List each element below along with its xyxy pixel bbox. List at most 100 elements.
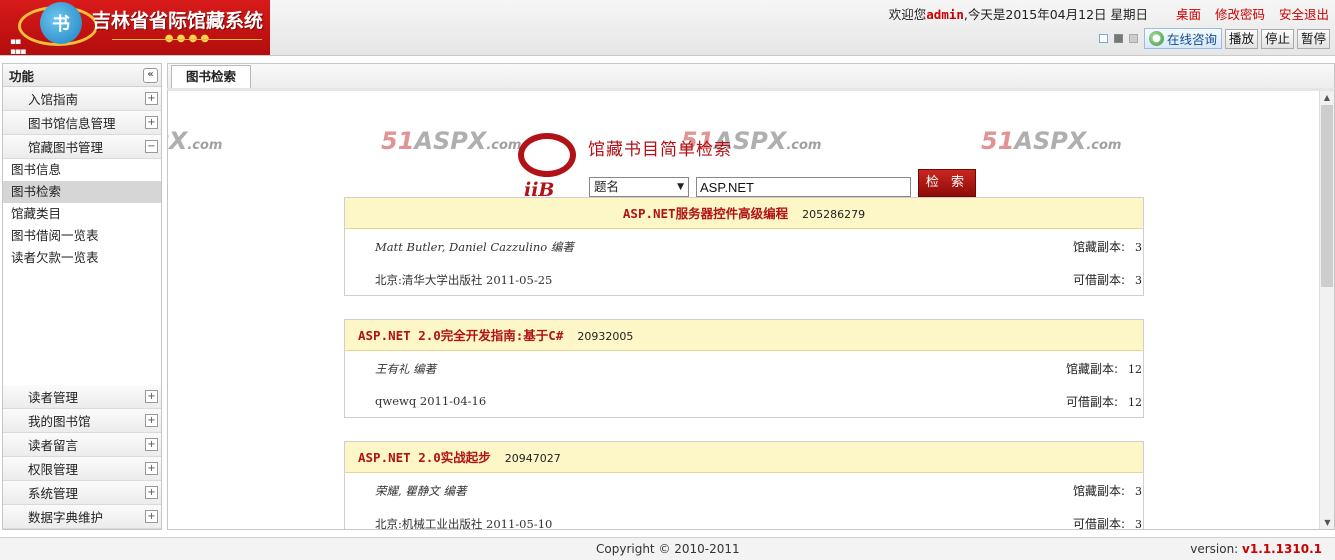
stop-button[interactable]: 停止	[1260, 28, 1294, 49]
holdings-count: 馆藏副本: 12	[1065, 362, 1142, 376]
sidebar-section-readers[interactable]: 读者管理 +	[3, 385, 161, 409]
watermark: 51ASPX.com	[981, 127, 1122, 155]
sidebar-section-permissions[interactable]: 权限管理 +	[3, 457, 161, 481]
book-id: 20947027	[504, 452, 561, 465]
theme-light-swatch[interactable]	[1098, 34, 1108, 43]
welcome-text: 欢迎您	[888, 7, 927, 22]
sidebar: 功能 « 入馆指南 + 图书馆信息管理 + 馆藏图书管理 − 图书信息 图书检索…	[2, 63, 162, 530]
expand-plus-icon[interactable]: +	[145, 462, 158, 475]
book-result-card: ASP.NET 2.0完全开发指南:基于C# 20932005 王有礼 编著 馆藏…	[344, 319, 1144, 418]
vertical-scrollbar[interactable]: ▲ ▼	[1319, 91, 1334, 529]
book-author-row: 王有礼 编著 馆藏副本: 12	[345, 351, 1143, 384]
book-result-card: ASP.NET 2.0实战起步 20947027 荣耀, 瞿静文 编著 馆藏副本:…	[344, 441, 1144, 530]
app-logo: 书 ▪▪▪▪▪ 吉林省省际馆藏系统 ● ● ● ●	[0, 0, 270, 55]
sidebar-item-catalog[interactable]: 馆藏类目	[3, 203, 161, 225]
theme-gray-swatch[interactable]	[1128, 34, 1138, 43]
available-count: 可借副本: 12	[1065, 395, 1142, 409]
book-publisher-row: 北京:清华大学出版社 2011-05-25 可借副本: 3	[345, 262, 1143, 295]
collapse-minus-icon[interactable]: −	[145, 140, 158, 153]
version-text: version: v1.1.1310.1	[1190, 542, 1322, 556]
search-field-value: 题名	[594, 179, 620, 194]
sidebar-item-book-info[interactable]: 图书信息	[3, 159, 161, 181]
main-content: 51ASPX.com 51ASPX.com 51ASPX.com 51ASPX.…	[167, 88, 1335, 530]
sidebar-section-label: 数据字典维护	[28, 510, 104, 525]
book-id: 205286279	[802, 208, 866, 221]
expand-plus-icon[interactable]: +	[145, 390, 158, 403]
version-number: v1.1.1310.1	[1242, 542, 1322, 556]
sidebar-section-label: 系统管理	[28, 486, 79, 501]
sidebar-section-my-library[interactable]: 我的图书馆 +	[3, 409, 161, 433]
change-password-link[interactable]: 修改密码	[1215, 7, 1265, 22]
sidebar-section-dictionary[interactable]: 数据字典维护 +	[3, 505, 161, 529]
sidebar-section-label: 馆藏图书管理	[28, 140, 104, 155]
search-title: 馆藏书目简单检索	[588, 140, 732, 160]
user-info-bar: 欢迎您admin,今天是2015年04月12日 星期日 桌面 修改密码 安全退出	[889, 4, 1329, 23]
book-title[interactable]: ASP.NET服务器控件高级编程	[623, 206, 788, 221]
sidebar-item-book-search[interactable]: 图书检索	[3, 181, 161, 203]
theme-dark-swatch[interactable]	[1113, 34, 1123, 43]
pause-button[interactable]: 暂停	[1296, 28, 1330, 49]
globe-icon: ●	[1148, 31, 1164, 46]
logo-ornament: ● ● ● ●	[112, 34, 262, 44]
sidebar-section-library-info[interactable]: 图书馆信息管理 +	[3, 111, 161, 135]
sidebar-section-guide[interactable]: 入馆指南 +	[3, 87, 161, 111]
sidebar-section-system[interactable]: 系统管理 +	[3, 481, 161, 505]
book-authors: 荣耀, 瞿静文 编著	[375, 484, 467, 498]
search-button[interactable]: 检 索	[918, 169, 976, 197]
book-header: ASP.NET服务器控件高级编程 205286279	[345, 198, 1143, 229]
search-field-select[interactable]: 题名 ▼	[589, 177, 689, 197]
book-id: 20932005	[577, 330, 634, 343]
logo-grid-icon: ▪▪ ▪▪▪	[10, 37, 26, 55]
play-button[interactable]: 播放	[1224, 28, 1258, 49]
expand-plus-icon[interactable]: +	[145, 414, 158, 427]
expand-plus-icon[interactable]: +	[145, 92, 158, 105]
sidebar-bottom-sections: 读者管理 + 我的图书馆 + 读者留言 + 权限管理 + 系统管理 + 数据字典…	[3, 385, 161, 529]
chevron-down-icon: ▼	[677, 182, 684, 192]
sidebar-item-borrow-list[interactable]: 图书借阅一览表	[3, 225, 161, 247]
sidebar-section-label: 读者管理	[28, 390, 79, 405]
expand-plus-icon[interactable]: +	[145, 486, 158, 499]
sidebar-section-collection[interactable]: 馆藏图书管理 −	[3, 135, 161, 159]
username: admin	[926, 7, 964, 22]
footer: Copyright © 2010-2011 version: v1.1.1310…	[0, 537, 1335, 560]
scroll-down-icon[interactable]: ▼	[1320, 516, 1334, 529]
book-title[interactable]: ASP.NET 2.0完全开发指南:基于C#	[358, 328, 563, 343]
book-authors: 王有礼 编著	[375, 362, 437, 376]
expand-plus-icon[interactable]: +	[145, 116, 158, 129]
available-count: 可借副本: 3	[1072, 517, 1142, 530]
book-result-card: ASP.NET服务器控件高级编程 205286279 Matt Butler, D…	[344, 197, 1144, 296]
sidebar-section-label: 权限管理	[28, 462, 79, 477]
logout-link[interactable]: 安全退出	[1279, 7, 1329, 22]
sidebar-section-label: 入馆指南	[28, 92, 79, 107]
sidebar-title: 功能	[9, 68, 35, 84]
scrollbar-thumb[interactable]	[1321, 105, 1333, 287]
collapse-sidebar-icon[interactable]: «	[143, 67, 158, 83]
book-title[interactable]: ASP.NET 2.0实战起步	[358, 450, 491, 465]
sidebar-submenu: 图书信息 图书检索 馆藏类目 图书借阅一览表 读者欠款一览表	[3, 159, 161, 343]
sidebar-section-messages[interactable]: 读者留言 +	[3, 433, 161, 457]
sidebar-section-label: 我的图书馆	[28, 414, 91, 429]
sidebar-section-label: 读者留言	[28, 438, 79, 453]
tab-book-search[interactable]: 图书检索	[171, 65, 252, 89]
available-count: 可借副本: 3	[1072, 273, 1142, 287]
expand-plus-icon[interactable]: +	[145, 510, 158, 523]
desktop-link[interactable]: 桌面	[1176, 7, 1201, 22]
app-title: 吉林省省际馆藏系统	[92, 10, 264, 32]
holdings-count: 馆藏副本: 3	[1072, 484, 1142, 498]
expand-plus-icon[interactable]: +	[145, 438, 158, 451]
watermark: 51ASPX.com	[168, 127, 223, 155]
sidebar-item-arrears-list[interactable]: 读者欠款一览表	[3, 247, 161, 269]
book-publisher-row: 北京:机械工业出版社 2011-05-10 可借副本: 3	[345, 506, 1143, 530]
book-authors: Matt Butler, Daniel Cazzulino 编著	[375, 240, 574, 254]
book-publisher: qwewq 2011-04-16	[375, 394, 487, 408]
speech-bubble-icon	[518, 133, 576, 177]
scroll-up-icon[interactable]: ▲	[1320, 91, 1334, 105]
sidebar-header: 功能 «	[3, 64, 161, 87]
book-author-row: Matt Butler, Daniel Cazzulino 编著 馆藏副本: 3	[345, 229, 1143, 262]
search-keyword-input[interactable]	[696, 177, 911, 197]
copyright-text: Copyright © 2010-2011	[596, 542, 740, 556]
tab-bar: 图书检索	[167, 63, 1335, 89]
book-author-row: 荣耀, 瞿静文 编著 馆藏副本: 3	[345, 473, 1143, 506]
logo-badge-icon: 书	[40, 2, 82, 44]
online-consult-button[interactable]: ● 在线咨询	[1143, 28, 1222, 49]
